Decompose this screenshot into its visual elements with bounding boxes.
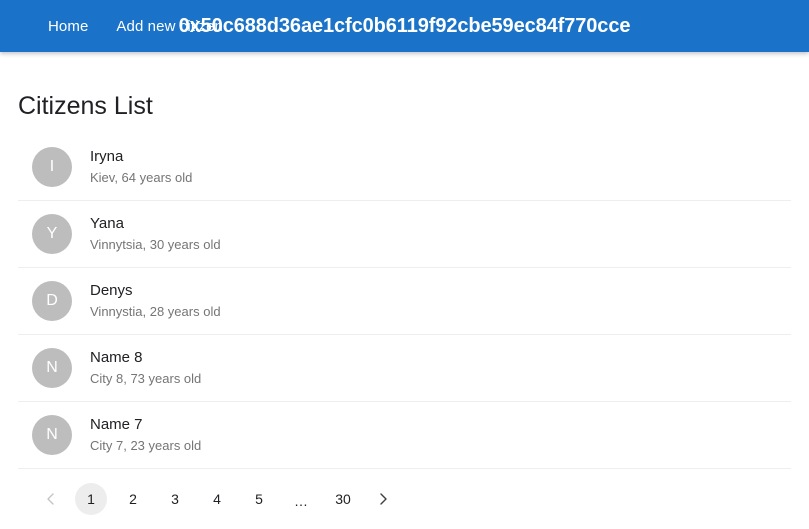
list-item[interactable]: N Name 7 City 7, 23 years old xyxy=(18,402,791,469)
citizen-name: Name 8 xyxy=(90,349,143,366)
citizen-text: Name 8 City 8, 73 years old xyxy=(90,348,201,388)
citizen-text: Denys Vinnystia, 28 years old xyxy=(90,281,221,321)
pagination-page-3[interactable]: 3 xyxy=(159,483,191,515)
pagination-prev-button[interactable] xyxy=(35,483,67,515)
list-item[interactable]: N Name 8 City 8, 73 years old xyxy=(18,335,791,402)
pagination: 1 2 3 4 5 … 30 xyxy=(18,469,791,529)
citizen-meta: Vinnytsia, 30 years old xyxy=(90,237,221,252)
citizen-name: Name 7 xyxy=(90,416,143,433)
page-content: Citizens List I Iryna Kiev, 64 years old… xyxy=(0,52,809,529)
pagination-page-30[interactable]: 30 xyxy=(327,483,359,515)
citizen-text: Iryna Kiev, 64 years old xyxy=(90,147,192,187)
citizen-meta: Vinnystia, 28 years old xyxy=(90,304,221,319)
citizens-list: I Iryna Kiev, 64 years old Y Yana Vinnyt… xyxy=(18,134,791,469)
citizen-text: Name 7 City 7, 23 years old xyxy=(90,415,201,455)
chevron-right-icon xyxy=(380,493,387,505)
chevron-left-icon xyxy=(47,493,54,505)
pagination-page-5[interactable]: 5 xyxy=(243,483,275,515)
citizen-meta: City 8, 73 years old xyxy=(90,371,202,386)
nav-link-home[interactable]: Home xyxy=(48,19,88,34)
citizen-text: Yana Vinnytsia, 30 years old xyxy=(90,214,221,254)
citizen-name: Iryna xyxy=(90,148,124,165)
citizen-meta: City 7, 23 years old xyxy=(90,438,202,453)
nav-link-add-new-citizen[interactable]: Add new citizen xyxy=(116,19,223,34)
pagination-page-2[interactable]: 2 xyxy=(117,483,149,515)
pagination-next-button[interactable] xyxy=(367,483,399,515)
list-item[interactable]: D Denys Vinnystia, 28 years old xyxy=(18,268,791,335)
pagination-page-4[interactable]: 4 xyxy=(201,483,233,515)
avatar: D xyxy=(32,281,72,321)
avatar: I xyxy=(32,147,72,187)
pagination-page-1[interactable]: 1 xyxy=(75,483,107,515)
avatar: N xyxy=(32,348,72,388)
pagination-ellipsis: … xyxy=(294,493,308,509)
citizen-name: Denys xyxy=(90,282,133,299)
avatar: Y xyxy=(32,214,72,254)
app-bar-nav: Home Add new citizen xyxy=(0,19,223,34)
list-item[interactable]: I Iryna Kiev, 64 years old xyxy=(18,134,791,201)
avatar: N xyxy=(32,415,72,455)
app-bar: Home Add new citizen 0x50c688d36ae1cfc0b… xyxy=(0,0,809,52)
page-title: Citizens List xyxy=(18,92,153,120)
list-item[interactable]: Y Yana Vinnytsia, 30 years old xyxy=(18,201,791,268)
citizen-meta: Kiev, 64 years old xyxy=(90,170,193,185)
citizen-name: Yana xyxy=(90,215,124,232)
